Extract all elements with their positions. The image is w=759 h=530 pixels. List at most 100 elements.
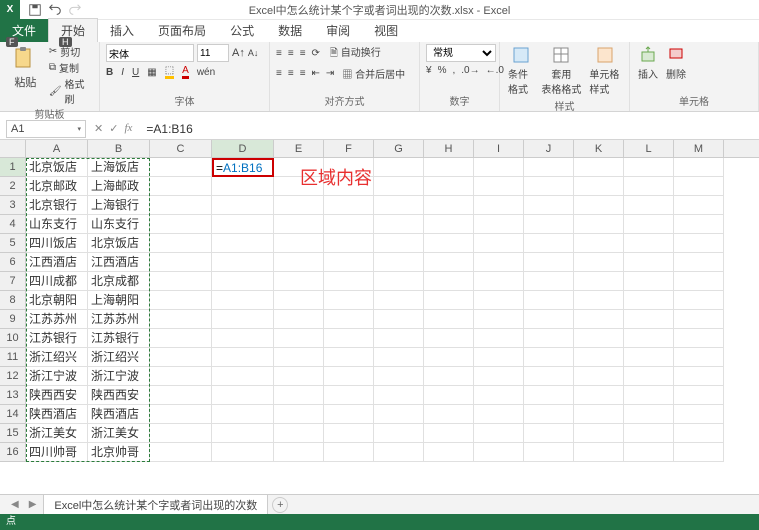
cell[interactable] <box>150 443 212 462</box>
cell[interactable] <box>424 196 474 215</box>
cell[interactable] <box>374 348 424 367</box>
wrap-text-button[interactable]: 🗎 自动换行 <box>330 44 381 63</box>
cell[interactable] <box>324 310 374 329</box>
cell[interactable] <box>524 405 574 424</box>
col-header[interactable]: F <box>324 140 374 157</box>
cell[interactable] <box>674 234 724 253</box>
cell[interactable] <box>424 215 474 234</box>
cell[interactable] <box>524 177 574 196</box>
cell[interactable] <box>624 215 674 234</box>
cell[interactable] <box>324 234 374 253</box>
cell[interactable] <box>424 272 474 291</box>
orientation-icon[interactable]: ⟳ <box>312 48 320 59</box>
cell[interactable] <box>150 405 212 424</box>
row-header[interactable]: 16 <box>0 443 26 462</box>
cell[interactable] <box>150 367 212 386</box>
col-header[interactable]: E <box>274 140 324 157</box>
cell[interactable] <box>424 443 474 462</box>
cell[interactable] <box>324 348 374 367</box>
comma-icon[interactable]: , <box>452 65 455 76</box>
align-center-icon[interactable]: ≡ <box>288 68 294 79</box>
cell[interactable] <box>674 367 724 386</box>
fill-color-icon[interactable]: ⬚ <box>165 65 174 79</box>
cell[interactable]: 上海银行 <box>88 196 150 215</box>
cell[interactable] <box>374 310 424 329</box>
cell[interactable] <box>212 177 274 196</box>
cell[interactable] <box>474 386 524 405</box>
cell[interactable] <box>212 329 274 348</box>
cell[interactable] <box>324 405 374 424</box>
cell[interactable] <box>324 367 374 386</box>
cell[interactable]: 江苏银行 <box>26 329 88 348</box>
col-header[interactable]: K <box>574 140 624 157</box>
cell[interactable] <box>424 329 474 348</box>
cell[interactable] <box>674 424 724 443</box>
cell[interactable] <box>150 291 212 310</box>
cell[interactable]: 陕西酒店 <box>88 405 150 424</box>
cell[interactable] <box>150 310 212 329</box>
undo-icon[interactable] <box>48 3 62 17</box>
row-header[interactable]: 15 <box>0 424 26 443</box>
row-header[interactable]: 10 <box>0 329 26 348</box>
cell[interactable] <box>474 405 524 424</box>
font-color-icon[interactable]: A <box>182 65 189 79</box>
cell[interactable] <box>212 310 274 329</box>
cell[interactable] <box>424 386 474 405</box>
cell[interactable] <box>212 348 274 367</box>
cell[interactable] <box>424 253 474 272</box>
cell[interactable] <box>624 386 674 405</box>
cell[interactable]: 陕西西安 <box>88 386 150 405</box>
cell[interactable]: 上海饭店 <box>88 158 150 177</box>
copy-button[interactable]: ⧉复制 <box>49 60 93 75</box>
spreadsheet-grid[interactable]: A B C D E F G H I J K L M 1北京饭店上海饭店2北京邮政… <box>0 140 759 462</box>
row-header[interactable]: 2 <box>0 177 26 196</box>
cell-style-button[interactable]: 单元格样式 <box>587 44 623 98</box>
cell[interactable] <box>524 158 574 177</box>
cell[interactable] <box>574 196 624 215</box>
tab-data[interactable]: 数据 <box>266 19 314 42</box>
row-header[interactable]: 6 <box>0 253 26 272</box>
cell[interactable] <box>624 291 674 310</box>
cell[interactable] <box>474 215 524 234</box>
cell[interactable] <box>574 177 624 196</box>
cell[interactable] <box>212 272 274 291</box>
cell[interactable] <box>624 272 674 291</box>
cell[interactable] <box>274 196 324 215</box>
row-header[interactable]: 9 <box>0 310 26 329</box>
cell[interactable] <box>274 291 324 310</box>
name-box[interactable]: A1▾ <box>6 120 86 138</box>
cell[interactable] <box>424 424 474 443</box>
formula-input[interactable]: =A1:B16 <box>140 122 759 136</box>
cancel-icon[interactable]: ✕ <box>94 122 103 135</box>
cell[interactable] <box>374 367 424 386</box>
cell[interactable] <box>424 405 474 424</box>
cell[interactable] <box>524 196 574 215</box>
tab-file[interactable]: 文件F <box>0 19 48 42</box>
cell[interactable] <box>374 386 424 405</box>
cell[interactable] <box>524 329 574 348</box>
cell[interactable] <box>212 215 274 234</box>
cell[interactable]: 江苏银行 <box>88 329 150 348</box>
cell[interactable] <box>674 310 724 329</box>
cell[interactable] <box>274 310 324 329</box>
cell[interactable] <box>212 367 274 386</box>
cell[interactable] <box>212 253 274 272</box>
tab-formula[interactable]: 公式 <box>218 19 266 42</box>
cell[interactable] <box>674 196 724 215</box>
cell[interactable] <box>212 386 274 405</box>
tab-home[interactable]: 开始H <box>48 18 98 42</box>
sheet-nav-prev-icon[interactable]: ◀ <box>8 499 22 510</box>
cell[interactable] <box>324 253 374 272</box>
cell[interactable] <box>574 405 624 424</box>
align-mid-icon[interactable]: ≡ <box>288 48 294 59</box>
cell[interactable]: 上海邮政 <box>88 177 150 196</box>
cell[interactable] <box>524 367 574 386</box>
cell[interactable] <box>624 367 674 386</box>
cell[interactable]: 四川帅哥 <box>26 443 88 462</box>
cell[interactable] <box>624 405 674 424</box>
percent-icon[interactable]: % <box>438 65 447 76</box>
delete-cells-button[interactable]: 删除 <box>664 44 688 83</box>
cell[interactable] <box>574 424 624 443</box>
indent-dec-icon[interactable]: ⇤ <box>312 68 320 79</box>
cell[interactable] <box>474 310 524 329</box>
